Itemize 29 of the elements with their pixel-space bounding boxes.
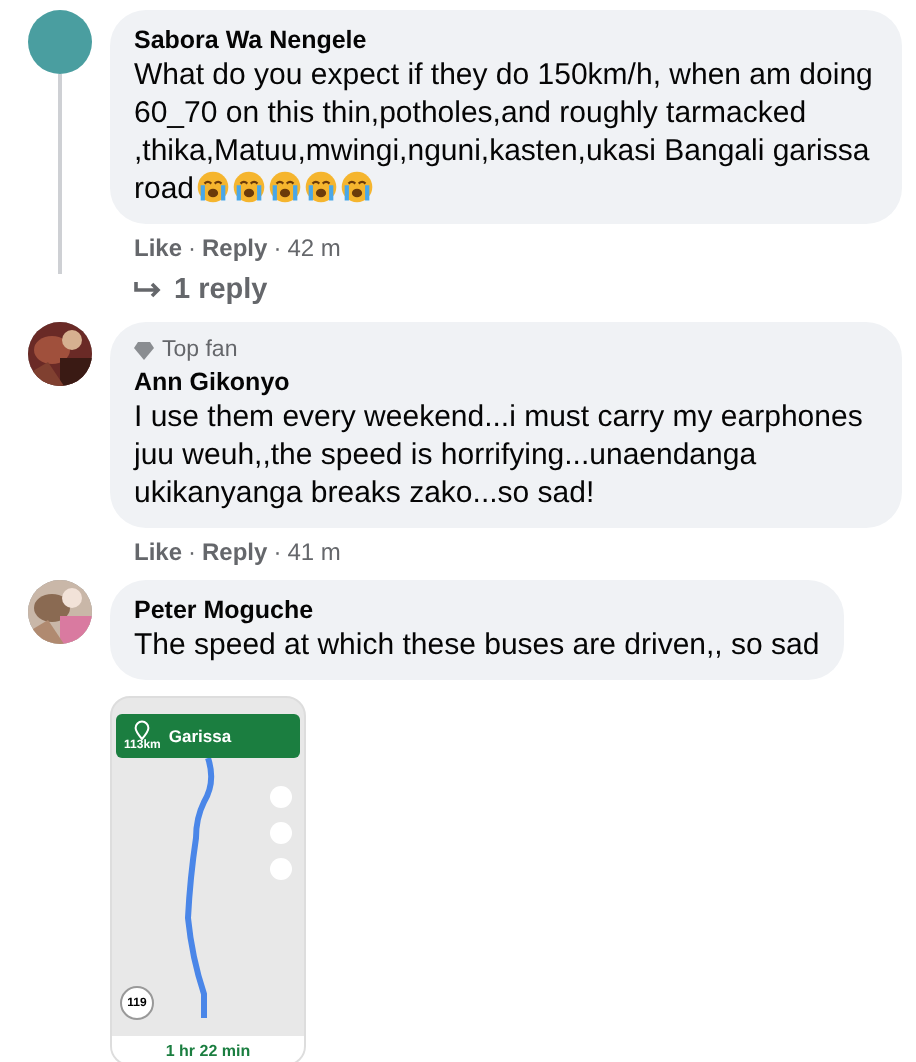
crying-face-icon <box>340 170 375 204</box>
crying-face-icon <box>304 170 339 204</box>
top-fan-label: Top fan <box>162 336 238 366</box>
location-pin-icon <box>134 720 151 740</box>
separator-dot: · <box>188 538 197 566</box>
reply-arrow-icon <box>134 280 162 300</box>
view-replies-link[interactable]: 1 reply <box>110 264 268 306</box>
crying-face-icon <box>196 170 231 204</box>
comment-time: 42 m <box>287 234 341 262</box>
action-link[interactable]: Reply <box>202 234 268 262</box>
separator-dot: · <box>273 234 282 262</box>
author-name[interactable]: Ann Gikonyo <box>134 366 878 398</box>
comment-text: The speed at which these buses are driven,, so sad <box>134 626 820 664</box>
separator-dot: · <box>188 234 197 262</box>
destination-label: Garissa <box>168 726 232 746</box>
crying-face-icon <box>268 170 303 204</box>
crying-face-icon <box>232 170 267 204</box>
action-link[interactable]: Reply <box>202 538 268 566</box>
separator-dot: · <box>273 538 282 566</box>
author-name[interactable]: Peter Moguche <box>134 594 820 626</box>
comment-text: What do you expect if they do 150km/h, when am doing 60_70 on this thin,potholes,and roughly tarmacked ,thika,Matuu,mwingi,nguni,kasten,ukasi Bangali garissa road <box>134 56 875 208</box>
action-link[interactable]: Like <box>134 538 183 566</box>
comment-time: 41 m <box>287 538 341 566</box>
eta-label: 1 hr 22 min <box>112 1036 304 1062</box>
diamond-icon <box>134 342 154 360</box>
action-link[interactable]: Like <box>134 234 183 262</box>
comment-text: I use them every weekend...i must carry my earphones juu weuh,,the speed is horrifying...unaendanga ukikanyanga breaks zako...so sad! <box>134 398 865 512</box>
avatar[interactable] <box>28 10 92 74</box>
author-name[interactable]: Sabora Wa Nengele <box>134 24 878 56</box>
